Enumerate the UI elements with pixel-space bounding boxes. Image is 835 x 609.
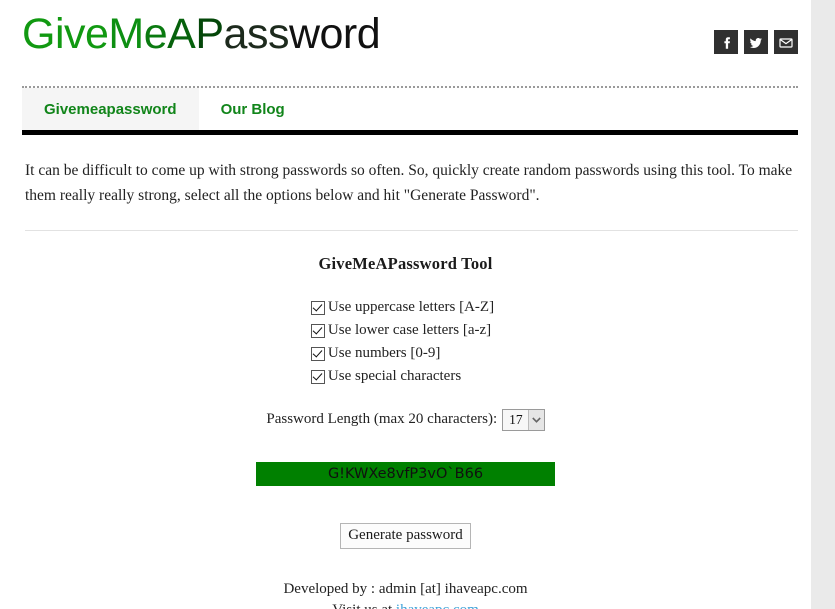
footer-developed-by: Developed by : admin [at] ihaveapc.com	[283, 580, 528, 597]
primary-nav-wrapper: Givemeapassword Our Blog	[22, 86, 798, 132]
option-special-characters[interactable]: Use special characters	[310, 365, 494, 388]
password-length-select[interactable]: 17	[502, 408, 545, 431]
option-lowercase[interactable]: Use lower case letters [a-z]	[310, 319, 494, 342]
twitter-icon[interactable]	[744, 30, 768, 54]
generate-password-button[interactable]: Generate password	[340, 522, 471, 549]
option-label: Use numbers [0-9]	[327, 345, 441, 362]
page-container: GiveMeAPassword Givemeapassword Our Blog…	[0, 0, 811, 609]
site-header: GiveMeAPassword	[0, 0, 811, 86]
intro-paragraph: It can be difficult to come up with stro…	[25, 162, 793, 205]
nav-item-label: Givemeapassword	[44, 100, 177, 118]
tool-title: GiveMeAPassword Tool	[318, 254, 493, 274]
primary-nav: Givemeapassword Our Blog	[22, 88, 798, 130]
option-uppercase[interactable]: Use uppercase letters [A-Z]	[310, 296, 495, 319]
ihaveapc-link[interactable]: ihaveapc.com	[396, 602, 479, 609]
social-links[interactable]	[714, 30, 798, 54]
footer-visit-prefix: Visit us at	[332, 602, 396, 609]
generated-password-text: G!KWXe8vfP3vO`B66	[327, 465, 484, 482]
option-label: Use uppercase letters [A-Z]	[327, 299, 495, 316]
password-length-value: 17	[503, 409, 528, 430]
page-footer: Developed by : admin [at] ihaveapc.com V…	[0, 579, 811, 609]
checkbox-numbers[interactable]	[310, 346, 325, 361]
nav-item-label: Our Blog	[220, 100, 285, 118]
option-numbers[interactable]: Use numbers [0-9]	[310, 342, 494, 365]
chevron-down-icon[interactable]	[527, 409, 544, 430]
options-list: Use uppercase letters [A-Z] Use lower ca…	[310, 296, 495, 388]
generated-password-bar[interactable]: G!KWXe8vfP3vO`B66	[256, 461, 555, 486]
site-title: GiveMeAPassword	[22, 10, 381, 58]
password-tool: GiveMeAPassword Tool Use uppercase lette…	[0, 254, 811, 609]
password-length-row: Password Length (max 20 characters): 17	[0, 408, 811, 431]
nav-item-our-blog[interactable]: Our Blog	[199, 88, 307, 130]
footer-visit-us: Visit us at ihaveapc.com	[0, 600, 811, 609]
option-label: Use special characters	[327, 368, 462, 385]
password-length-label: Password Length (max 20 characters):	[266, 411, 498, 428]
page-right-gutter	[811, 0, 835, 609]
checkbox-special-characters[interactable]	[310, 369, 325, 384]
checkbox-uppercase[interactable]	[310, 300, 325, 315]
checkbox-lowercase[interactable]	[310, 323, 325, 338]
email-icon[interactable]	[774, 30, 798, 54]
option-label: Use lower case letters [a-z]	[327, 322, 492, 339]
nav-item-givemeapassword[interactable]: Givemeapassword	[22, 88, 199, 130]
facebook-icon[interactable]	[714, 30, 738, 54]
section-divider	[25, 230, 798, 232]
nav-underline-bar	[22, 130, 798, 135]
